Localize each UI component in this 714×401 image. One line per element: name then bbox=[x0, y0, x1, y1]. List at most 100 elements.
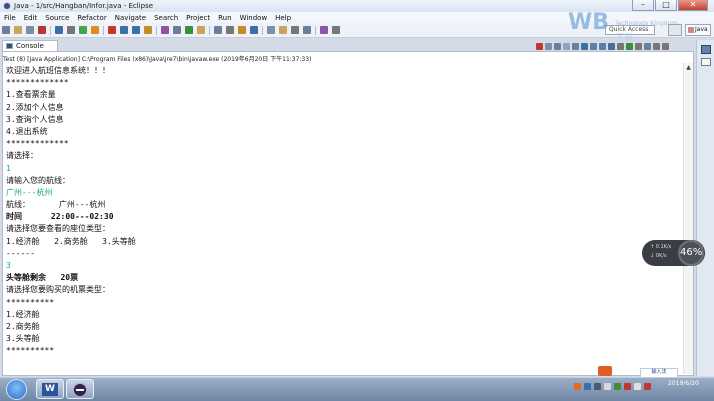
menu-file[interactable]: File bbox=[0, 14, 20, 22]
network-speed-widget[interactable]: ↑ 0.1K/s ↓ 0K/s 46% bbox=[642, 240, 705, 266]
console-toolbar-icon[interactable] bbox=[653, 42, 660, 50]
console-toolbar-icon[interactable] bbox=[608, 42, 615, 50]
clock-date[interactable]: 2019/6/20 bbox=[668, 380, 699, 388]
menu-help[interactable]: Help bbox=[271, 14, 295, 22]
console-view-toolbar bbox=[535, 41, 670, 51]
toolbar-button-icon[interactable] bbox=[226, 26, 234, 34]
toolbar-separator bbox=[50, 25, 51, 35]
tray-icon[interactable] bbox=[634, 383, 641, 390]
console-toolbar-icon[interactable] bbox=[563, 42, 570, 50]
console-toolbar-icon[interactable] bbox=[554, 42, 561, 50]
tray-icon[interactable] bbox=[624, 383, 631, 390]
console-output-line: 请选择您要查看的座位类型： bbox=[6, 224, 110, 234]
system-tray bbox=[574, 383, 651, 390]
watermark-line1: Technology Kingdom bbox=[615, 20, 678, 27]
console-output-line: 欢迎进入航班信息系统！！！ bbox=[6, 66, 110, 75]
toolbar-button-icon[interactable] bbox=[108, 26, 116, 34]
console-toolbar-icon[interactable] bbox=[617, 42, 624, 50]
office-icon[interactable] bbox=[598, 366, 612, 376]
console-output-line: 1.经济舱 2.商务舱 3.头等舱 bbox=[6, 236, 136, 246]
toolbar-separator bbox=[209, 25, 210, 35]
toolbar-button-icon[interactable] bbox=[303, 26, 311, 34]
toolbar-button-icon[interactable] bbox=[38, 26, 46, 34]
console-toolbar-icon[interactable] bbox=[536, 42, 543, 50]
minimized-view-icon[interactable] bbox=[701, 58, 711, 66]
console-toolbar-icon[interactable] bbox=[644, 42, 651, 50]
console-output-line: 2.添加个人信息 bbox=[6, 102, 64, 112]
toolbar-button-icon[interactable] bbox=[279, 26, 287, 34]
scroll-up-icon[interactable]: ▲ bbox=[684, 64, 693, 72]
menu-search[interactable]: Search bbox=[150, 14, 182, 22]
upload-speed: ↑ 0.1K/s bbox=[650, 244, 672, 250]
console-toolbar-icon[interactable] bbox=[545, 42, 552, 50]
toolbar-button-icon[interactable] bbox=[144, 26, 152, 34]
toolbar-button-icon[interactable] bbox=[161, 26, 169, 34]
tray-icon[interactable] bbox=[614, 383, 621, 390]
download-speed: ↓ 0K/s bbox=[650, 253, 667, 259]
toolbar-button-icon[interactable] bbox=[320, 26, 328, 34]
console-toolbar-icon[interactable] bbox=[590, 42, 597, 50]
toolbar-button-icon[interactable] bbox=[185, 26, 193, 34]
toolbar-button-icon[interactable] bbox=[67, 26, 75, 34]
console-toolbar-icon[interactable] bbox=[581, 42, 588, 50]
menu-navigate[interactable]: Navigate bbox=[111, 14, 150, 22]
menu-run[interactable]: Run bbox=[214, 14, 235, 22]
restore-view-icon[interactable] bbox=[701, 45, 711, 54]
start-button[interactable] bbox=[6, 379, 27, 400]
speed-stats: ↑ 0.1K/s ↓ 0K/s bbox=[650, 243, 671, 261]
toolbar-separator bbox=[156, 25, 157, 35]
toolbar-button-icon[interactable] bbox=[14, 26, 22, 34]
tray-icon[interactable] bbox=[584, 383, 591, 390]
watermark-wb: WB bbox=[568, 10, 610, 35]
console-output-line: 2.商务舱 bbox=[6, 321, 40, 331]
console-toolbar-icon[interactable] bbox=[626, 42, 633, 50]
toolbar-button-icon[interactable] bbox=[26, 26, 34, 34]
toolbar-button-icon[interactable] bbox=[173, 26, 181, 34]
word-icon: W bbox=[42, 383, 58, 396]
console-toolbar-icon[interactable] bbox=[599, 42, 606, 50]
menu-project[interactable]: Project bbox=[182, 14, 214, 22]
toolbar-button-icon[interactable] bbox=[238, 26, 246, 34]
toolbar-separator bbox=[262, 25, 263, 35]
window-title: Java - 1/src/Hangban/Infor.java - Eclips… bbox=[14, 2, 154, 10]
console-output-line: 时间 22:00---02:30 bbox=[6, 212, 114, 222]
console-output-line: ------ bbox=[6, 248, 35, 258]
toolbar-button-icon[interactable] bbox=[291, 26, 299, 34]
taskbar-eclipse[interactable] bbox=[66, 379, 94, 399]
console-output-line: 3.头等舱 bbox=[6, 334, 40, 344]
taskbar-word[interactable]: W bbox=[36, 379, 64, 399]
console-output-line: ************* bbox=[6, 139, 69, 149]
console-output-line: ************* bbox=[6, 78, 69, 88]
toolbar-button-icon[interactable] bbox=[214, 26, 222, 34]
console-input-line: 1 bbox=[6, 163, 11, 173]
console-output-line: 4.退出系统 bbox=[6, 126, 48, 136]
console-scrollbar[interactable]: ▲ bbox=[683, 63, 693, 374]
tray-icon[interactable] bbox=[574, 383, 581, 390]
toolbar-button-icon[interactable] bbox=[250, 26, 258, 34]
toolbar-button-icon[interactable] bbox=[91, 26, 99, 34]
menu-source[interactable]: Source bbox=[41, 14, 73, 22]
toolbar-button-icon[interactable] bbox=[132, 26, 140, 34]
console-toolbar-icon[interactable] bbox=[662, 42, 669, 50]
launch-info: Test (8) [Java Application] C:\Program F… bbox=[3, 56, 312, 63]
menu-refactor[interactable]: Refactor bbox=[73, 14, 110, 22]
tab-console[interactable]: Console bbox=[2, 40, 58, 51]
menu-edit[interactable]: Edit bbox=[20, 14, 42, 22]
tray-icon[interactable] bbox=[604, 383, 611, 390]
toolbar-button-icon[interactable] bbox=[79, 26, 87, 34]
eclipse-icon bbox=[73, 383, 87, 397]
right-trim-strip bbox=[696, 40, 714, 376]
toolbar-button-icon[interactable] bbox=[267, 26, 275, 34]
console-toolbar-icon[interactable] bbox=[635, 42, 642, 50]
toolbar-button-icon[interactable] bbox=[2, 26, 10, 34]
tray-icon[interactable] bbox=[594, 383, 601, 390]
menu-window[interactable]: Window bbox=[236, 14, 272, 22]
toolbar-button-icon[interactable] bbox=[120, 26, 128, 34]
console-toolbar-icon[interactable] bbox=[572, 42, 579, 50]
console-input-line: 3 bbox=[6, 261, 11, 270]
toolbar-button-icon[interactable] bbox=[55, 26, 63, 34]
tray-icon[interactable] bbox=[644, 383, 651, 390]
console-output-line: ********** bbox=[6, 297, 55, 307]
toolbar-button-icon[interactable] bbox=[197, 26, 205, 34]
toolbar-button-icon[interactable] bbox=[332, 26, 340, 34]
